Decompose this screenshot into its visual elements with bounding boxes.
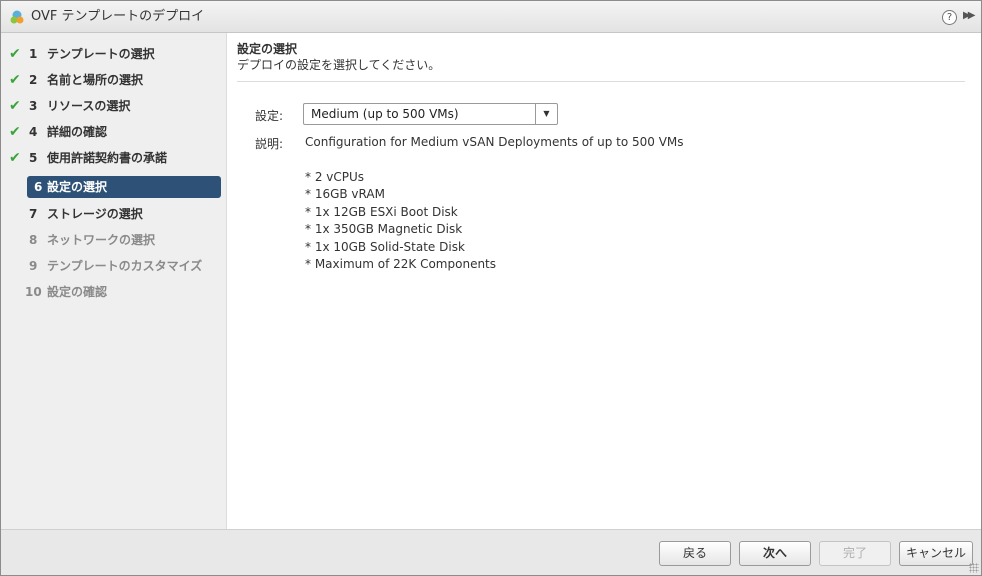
chevron-down-icon[interactable]: ▼ (535, 104, 557, 124)
step-3[interactable]: ✔ 3 リソースの選択 (1, 94, 227, 118)
help-icon[interactable]: ? (942, 10, 957, 25)
step-8: 8 ネットワークの選択 (29, 233, 156, 247)
step-2[interactable]: ✔ 2 名前と場所の選択 (1, 68, 227, 92)
check-icon: ✔ (9, 150, 21, 166)
footer-bar: 戻る 次へ 完了 キャンセル (1, 529, 981, 575)
divider (237, 81, 965, 82)
check-icon: ✔ (9, 98, 21, 114)
expand-icon[interactable]: ▶▶ (963, 10, 976, 21)
description-item: * 1x 12GB ESXi Boot Disk (305, 204, 458, 219)
description-label: 説明: (255, 137, 284, 151)
back-button[interactable]: 戻る (659, 541, 731, 566)
description-item: * 16GB vRAM (305, 187, 385, 201)
description-item: * 2 vCPUs (305, 169, 365, 184)
step-5[interactable]: ✔ 5 使用許諾契約書の承諾 (1, 146, 227, 170)
resize-grip-icon[interactable] (969, 563, 979, 573)
step-4[interactable]: ✔ 4 詳細の確認 (1, 120, 227, 144)
config-select-value: Medium (up to 500 VMs) (311, 107, 459, 121)
finish-button: 完了 (819, 541, 891, 566)
description-text: Configuration for Medium vSAN Deployment… (305, 134, 684, 274)
window-title: OVF テンプレートのデプロイ (31, 9, 205, 24)
page-subtitle: デプロイの設定を選択してください。 (237, 58, 441, 72)
config-select[interactable]: Medium (up to 500 VMs) ▼ (303, 103, 558, 125)
vapp-icon (10, 10, 24, 24)
step-7[interactable]: 7 ストレージの選択 (1, 202, 227, 226)
check-icon: ✔ (9, 72, 21, 88)
config-label: 設定: (255, 109, 284, 123)
title-bar: OVF テンプレートのデプロイ ? ▶▶ (1, 1, 981, 33)
description-item: * 1x 350GB Magnetic Disk (305, 222, 463, 236)
description-intro: Configuration for Medium vSAN Deployment… (305, 135, 684, 149)
ovf-deploy-dialog: OVF テンプレートのデプロイ ? ▶▶ ✔ 1 テンプレートの選択 ✔ 2 名… (0, 0, 982, 576)
check-icon: ✔ (9, 124, 21, 140)
wizard-steps: ✔ 1 テンプレートの選択 ✔ 2 名前と場所の選択 ✔ 3 リソースの選択 ✔… (1, 33, 227, 529)
step-9: 9 テンプレートのカスタマイズ (29, 259, 203, 273)
step-10: 10 設定の確認 (25, 285, 108, 299)
main-content: 設定の選択 デプロイの設定を選択してください。 (237, 41, 971, 82)
step-1[interactable]: ✔ 1 テンプレートの選択 (1, 42, 227, 66)
page-title: 設定の選択 (237, 42, 298, 56)
description-item: * Maximum of 22K Components (305, 257, 497, 271)
cancel-button[interactable]: キャンセル (899, 541, 973, 566)
check-icon: ✔ (9, 46, 21, 62)
description-item: * 1x 10GB Solid-State Disk (305, 239, 465, 254)
next-button[interactable]: 次へ (739, 541, 811, 566)
step-6-active[interactable]: 6 設定の選択 (27, 176, 221, 198)
